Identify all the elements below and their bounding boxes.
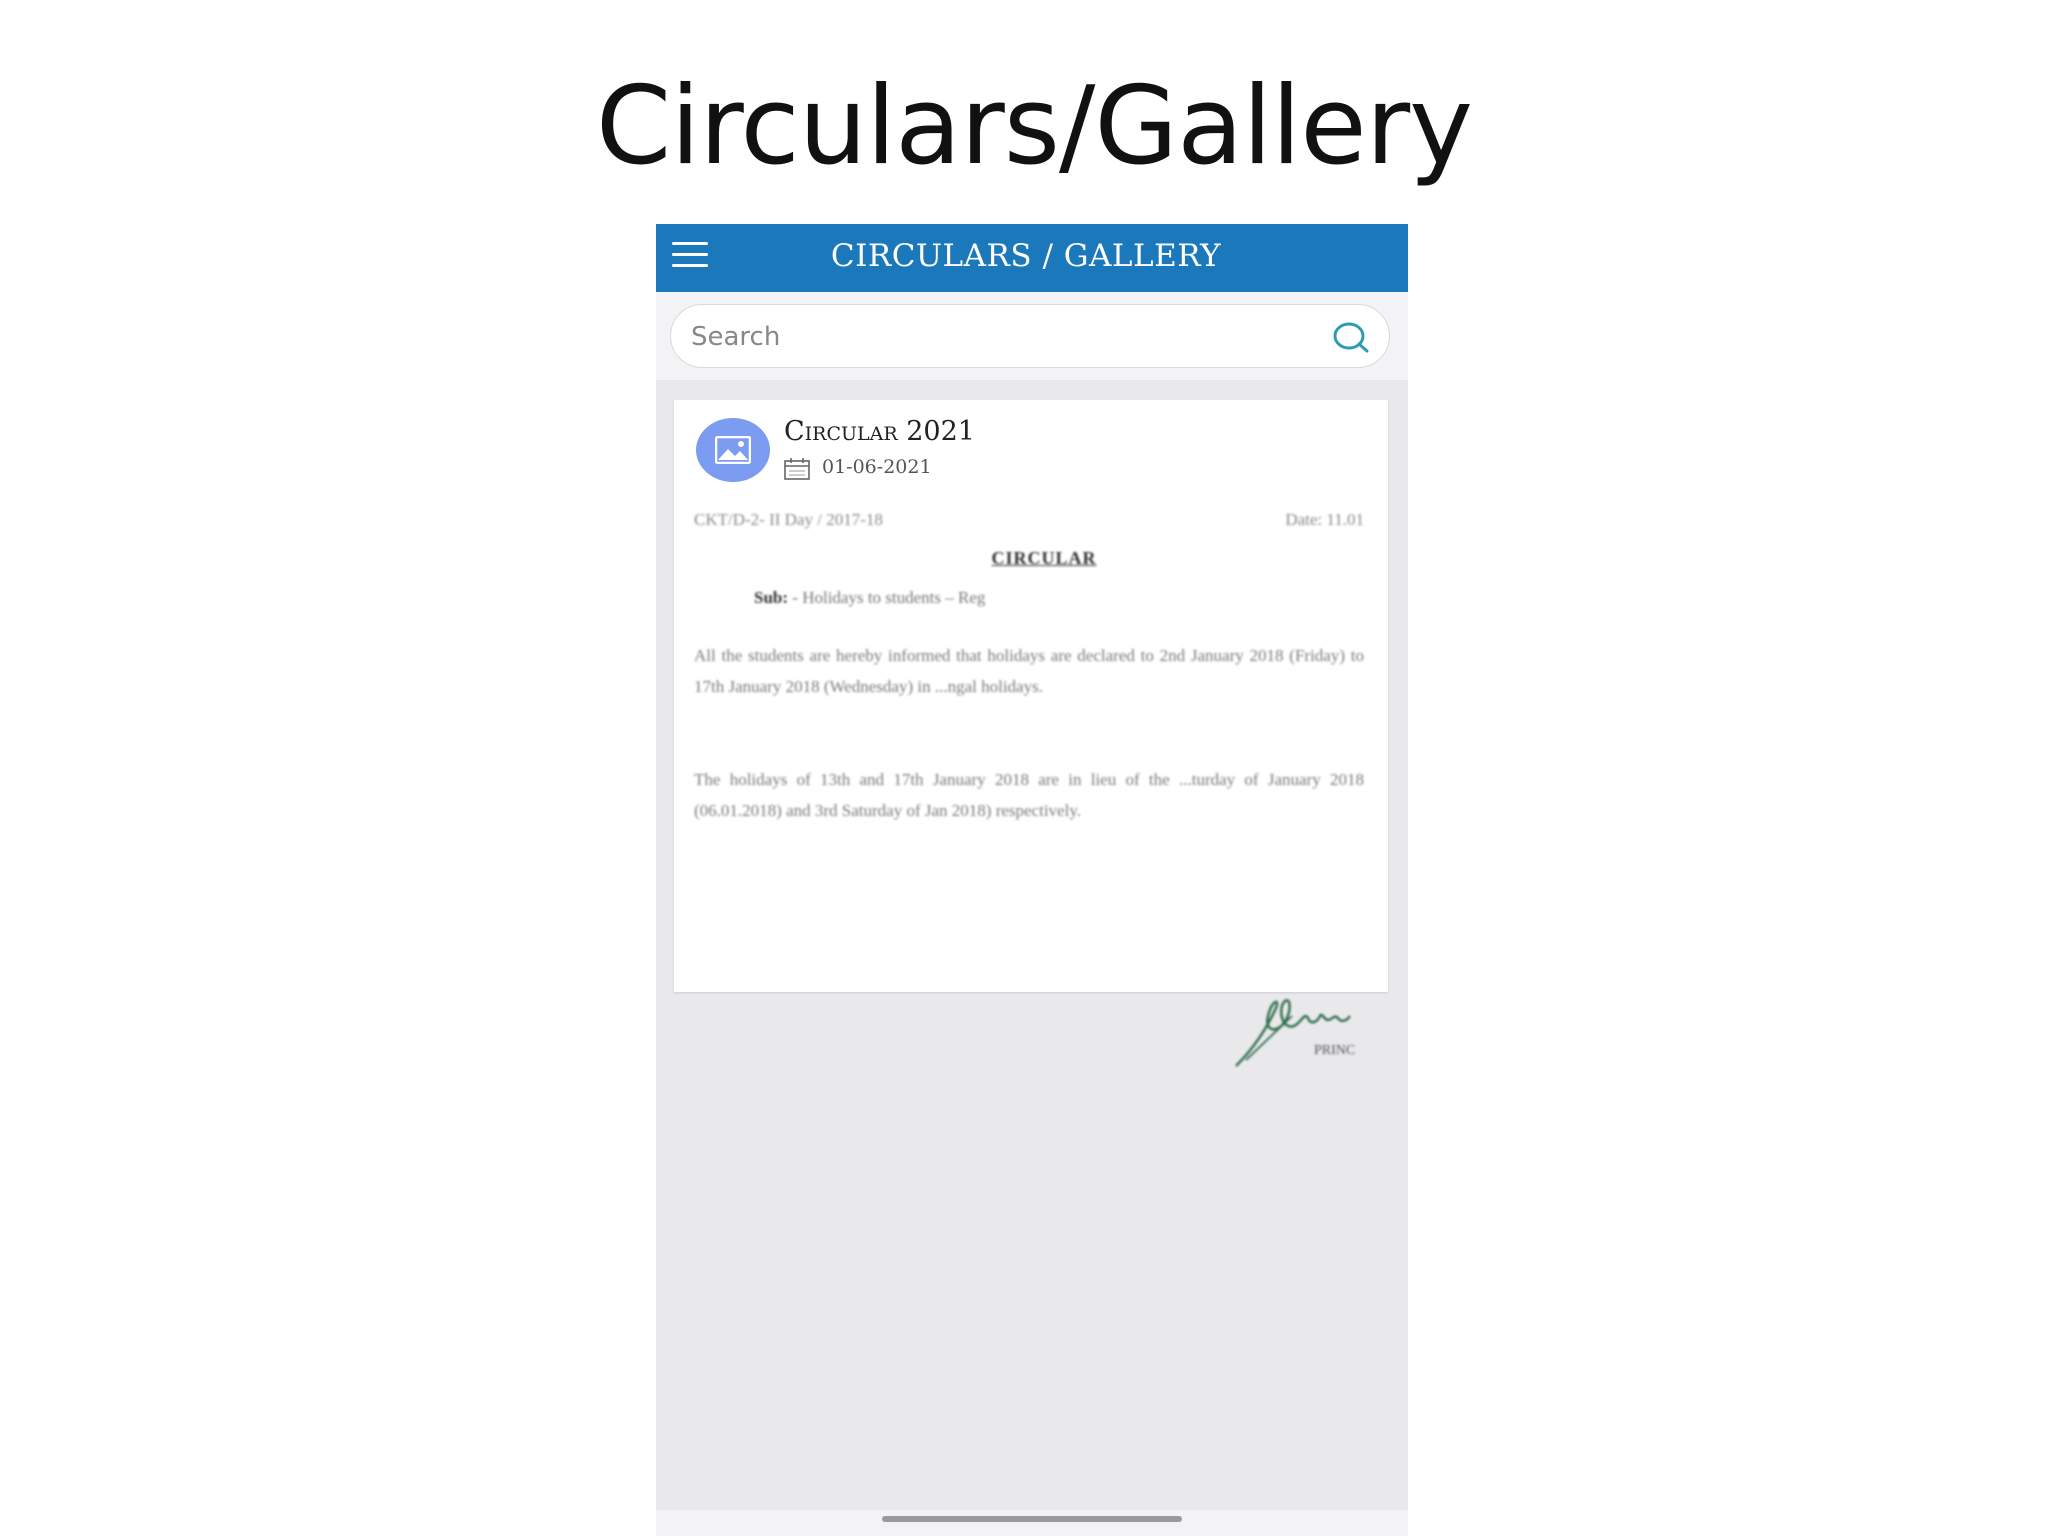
calendar-icon (784, 458, 810, 480)
signature-caption: PRINC (1314, 1043, 1355, 1058)
document-paragraph-2: The holidays of 13th and 17th January 20… (694, 770, 1364, 820)
bottom-strip (656, 1510, 1408, 1536)
image-icon (715, 436, 751, 464)
document-subject-label: Sub: (754, 588, 789, 607)
app-bar-title: CIRCULARS / GALLERY (830, 238, 1222, 274)
circular-date: 01-06-2021 (822, 456, 932, 478)
circular-card[interactable]: Circular 2021 01-06-2021 CKT/D-2- II Day… (674, 400, 1388, 1067)
phone-screen: CIRCULARS / GALLERY Circular 2021 (656, 224, 1408, 1536)
document-date: Date: 11.01 (1285, 510, 1364, 529)
slide-title: Circulars/Gallery (595, 64, 1473, 189)
circular-title: Circular 2021 (784, 416, 975, 447)
search-box[interactable] (670, 304, 1390, 368)
circular-document-image[interactable]: CKT/D-2- II Day / 2017-18 Date: 11.01 CI… (694, 510, 1364, 1067)
document-heading: CIRCULAR (991, 548, 1097, 568)
home-indicator[interactable] (882, 1516, 1182, 1522)
document-subject-text: - Holidays to students – Reg (792, 588, 986, 607)
document-paragraph-1: All the students are hereby informed tha… (694, 646, 1364, 696)
circular-thumbnail (696, 418, 770, 482)
app-bar: CIRCULARS / GALLERY (656, 224, 1408, 294)
document-reference: CKT/D-2- II Day / 2017-18 (694, 510, 883, 529)
search-input[interactable] (689, 317, 1293, 357)
search-bar-container (656, 292, 1408, 380)
document-subject: Sub: - Holidays to students – Reg (754, 588, 985, 608)
principal-signature: PRINC (1232, 990, 1372, 1075)
search-icon[interactable] (1331, 319, 1371, 355)
